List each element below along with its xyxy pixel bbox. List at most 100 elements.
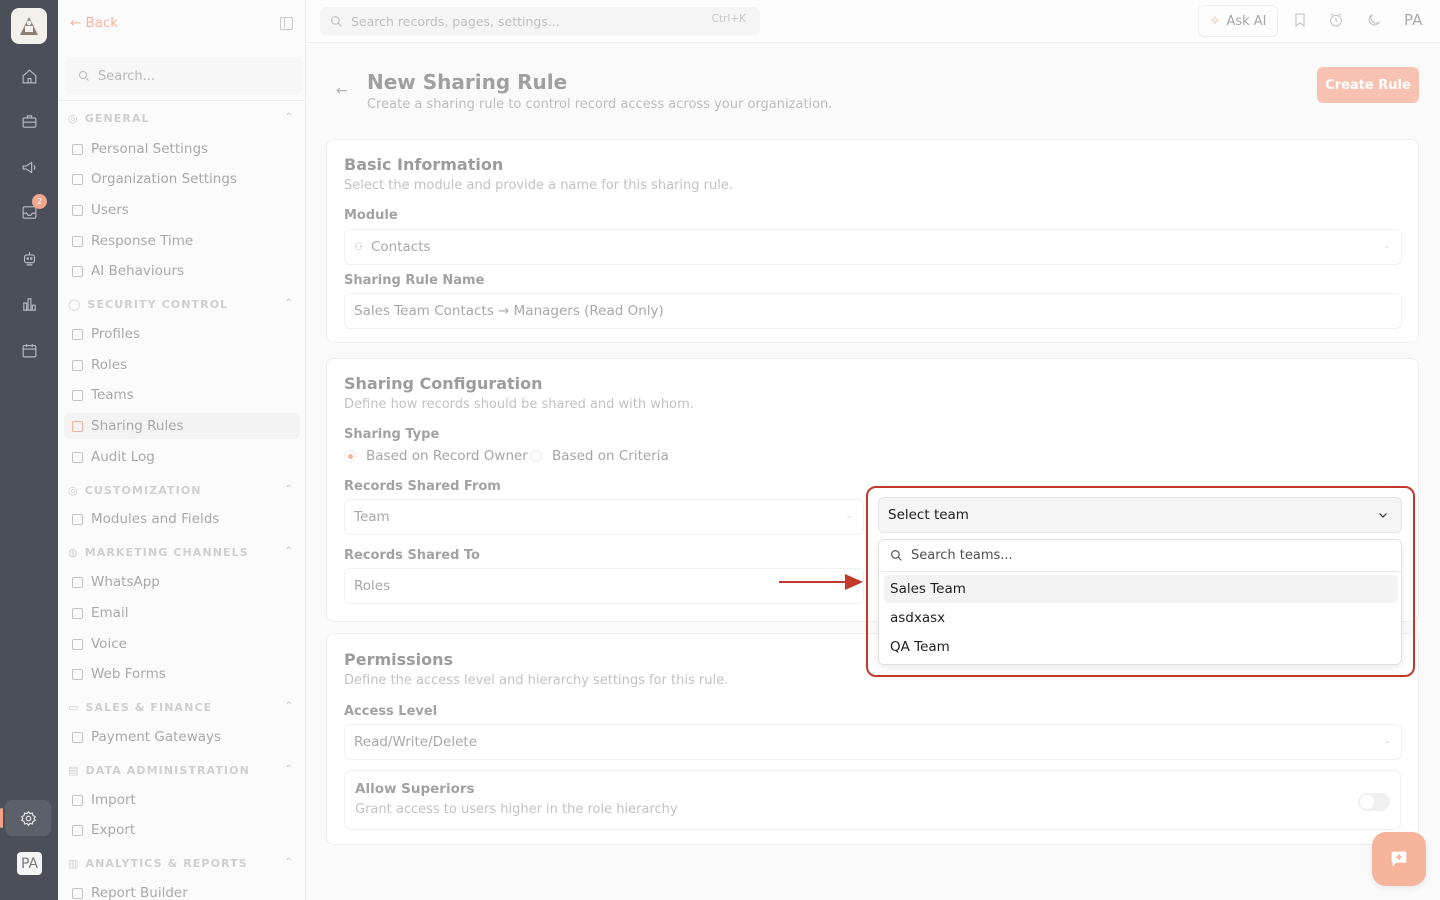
sidebar-item-sharing-rules[interactable]: Sharing Rules — [64, 413, 300, 439]
sharing-rule-name-input[interactable]: Sales Team Contacts → Managers (Read Onl… — [344, 293, 1402, 329]
section-sales-finance[interactable]: ▭ SALES & FINANCE ⌃ — [68, 701, 294, 714]
sidebar-item-import[interactable]: Import — [72, 787, 298, 813]
sidebar-item-voice[interactable]: Voice — [72, 631, 298, 657]
main-content: ← New Sharing Rule Create a sharing rule… — [306, 43, 1440, 900]
calendar-icon[interactable] — [17, 338, 41, 362]
team-dropdown-menu: Search teams... Sales Team asdxasx QA Te… — [878, 539, 1402, 665]
sidebar-item-users[interactable]: Users — [72, 197, 298, 223]
team-option-qa-team[interactable]: QA Team — [884, 633, 1398, 661]
sidebar-item-report-builder[interactable]: Report Builder — [72, 880, 298, 900]
section-customization[interactable]: ◎ CUSTOMIZATION ⌃ — [68, 484, 294, 497]
sidebar-item-organization-settings[interactable]: Organization Settings — [72, 166, 298, 192]
ask-ai-button[interactable]: ✧ Ask AI — [1198, 5, 1278, 37]
sidebar-item-modules-and-fields[interactable]: Modules and Fields — [72, 506, 298, 532]
section-data-administration[interactable]: ▤ DATA ADMINISTRATION ⌃ — [68, 764, 294, 777]
user-icon: ⚇ — [354, 241, 363, 253]
sidebar-search-input[interactable]: Search... — [66, 57, 302, 95]
sidebar-item-payment-gateways[interactable]: Payment Gateways — [72, 724, 298, 750]
radio-based-on-criteria[interactable]: Based on Criteria — [530, 448, 669, 464]
sharing-type-label: Sharing Type — [344, 427, 440, 442]
team-option-sales-team[interactable]: Sales Team — [884, 575, 1398, 603]
global-search-input[interactable]: Search records, pages, settings... Ctrl+… — [320, 7, 760, 35]
shield-icon — [72, 328, 83, 340]
megaphone-icon[interactable] — [17, 155, 41, 179]
history-icon — [72, 451, 83, 463]
chevron-up-icon: ⌃ — [284, 484, 294, 495]
shortcut-hint: Ctrl+K — [711, 13, 746, 25]
sidebar-item-label: Email — [91, 605, 129, 621]
user-initials[interactable]: PA — [1404, 11, 1422, 29]
moon-icon[interactable] — [1366, 12, 1384, 30]
download-icon — [72, 824, 83, 836]
sidebar-item-label: Web Forms — [91, 666, 166, 682]
robot-icon[interactable] — [17, 246, 41, 270]
sidebar-item-ai-behaviours[interactable]: AI Behaviours — [72, 258, 298, 284]
sidebar-item-audit-log[interactable]: Audit Log — [72, 444, 298, 470]
bookmark-icon[interactable] — [1292, 12, 1310, 30]
sidebar-item-profiles[interactable]: Profiles — [72, 321, 298, 347]
team-search-input[interactable]: Search teams... — [879, 540, 1401, 572]
building-icon — [72, 173, 83, 185]
section-title: SALES & FINANCE — [85, 701, 213, 714]
user-avatar[interactable]: PA — [17, 852, 42, 875]
section-title: GENERAL — [84, 112, 150, 125]
card-title: Basic Information — [344, 155, 504, 174]
create-rule-button[interactable]: Create Rule — [1317, 67, 1419, 103]
section-security-control[interactable]: ◯ SECURITY CONTROL ⌃ — [68, 298, 294, 311]
cube-icon — [72, 513, 83, 525]
chevron-up-icon: ⌃ — [284, 298, 294, 309]
sidebar-item-label: Profiles — [91, 326, 141, 342]
sidebar-item-whatsapp[interactable]: WhatsApp — [72, 569, 298, 595]
settings-icon[interactable] — [0, 800, 51, 836]
sidebar-item-roles[interactable]: Roles — [72, 352, 298, 378]
sidebar-item-label: Personal Settings — [91, 141, 209, 157]
sidebar-item-response-time[interactable]: Response Time — [72, 228, 298, 254]
sidebar-item-label: WhatsApp — [91, 574, 160, 590]
section-analytics-reports[interactable]: ▥ ANALYTICS & REPORTS ⌃ — [68, 857, 294, 870]
collapse-sidebar-icon[interactable] — [280, 17, 293, 30]
app-logo[interactable] — [11, 8, 47, 44]
chat-fab[interactable] — [1372, 832, 1426, 886]
chart-icon: ▥ — [68, 857, 80, 870]
team-select[interactable]: Select team — [878, 497, 1402, 533]
home-icon[interactable] — [17, 64, 41, 88]
allow-superiors-toggle[interactable] — [1358, 793, 1390, 811]
section-general[interactable]: ◎ GENERAL ⌃ — [68, 112, 294, 125]
sidebar-item-label: Modules and Fields — [91, 511, 220, 527]
phone-icon — [72, 638, 83, 650]
share-icon — [72, 420, 83, 432]
shield-icon: ◯ — [68, 298, 82, 311]
module-select[interactable]: ⚇ Contacts ⌄ — [344, 229, 1402, 265]
section-title: SECURITY CONTROL — [87, 298, 229, 311]
broadcast-icon: ◍ — [68, 546, 79, 559]
sidebar-item-email[interactable]: Email — [72, 600, 298, 626]
sidebar-item-web-forms[interactable]: Web Forms — [72, 661, 298, 687]
section-marketing-channels[interactable]: ◍ MARKETING CHANNELS ⌃ — [68, 546, 294, 559]
sidebar-item-label: Report Builder — [91, 885, 188, 900]
sidebar-item-label: Import — [91, 792, 136, 808]
team-option-asdxasx[interactable]: asdxasx — [884, 604, 1398, 632]
sidebar-item-label: Sharing Rules — [91, 418, 184, 434]
page-back-icon[interactable]: ← — [336, 83, 348, 99]
card-title: Sharing Configuration — [344, 374, 543, 393]
access-level-select[interactable]: Read/Write/Delete ⌄ — [344, 724, 1402, 760]
sidebar-item-label: Response Time — [91, 233, 194, 249]
records-shared-from-select[interactable]: Team ⌄ — [344, 499, 864, 535]
sidebar-item-teams[interactable]: Teams — [72, 382, 298, 408]
wallet-icon: ▭ — [68, 701, 80, 714]
back-link[interactable]: ← Back — [70, 15, 118, 31]
report-icon — [72, 887, 83, 899]
sidebar-item-personal-settings[interactable]: Personal Settings — [72, 136, 298, 162]
radio-based-on-record-owner[interactable]: Based on Record Owner — [344, 448, 528, 464]
analytics-icon[interactable] — [17, 292, 41, 316]
whatsapp-icon — [72, 576, 83, 588]
sidebar-item-label: Teams — [91, 387, 134, 403]
alarm-clock-icon[interactable] — [1328, 12, 1346, 30]
briefcase-icon[interactable] — [17, 109, 41, 133]
chevron-up-icon: ⌃ — [284, 546, 294, 557]
records-shared-to-label: Records Shared To — [344, 548, 480, 563]
gear-icon: ◎ — [68, 112, 79, 125]
radio-label: Based on Record Owner — [366, 448, 528, 464]
wand-icon — [72, 265, 83, 277]
sidebar-item-export[interactable]: Export — [72, 817, 298, 843]
